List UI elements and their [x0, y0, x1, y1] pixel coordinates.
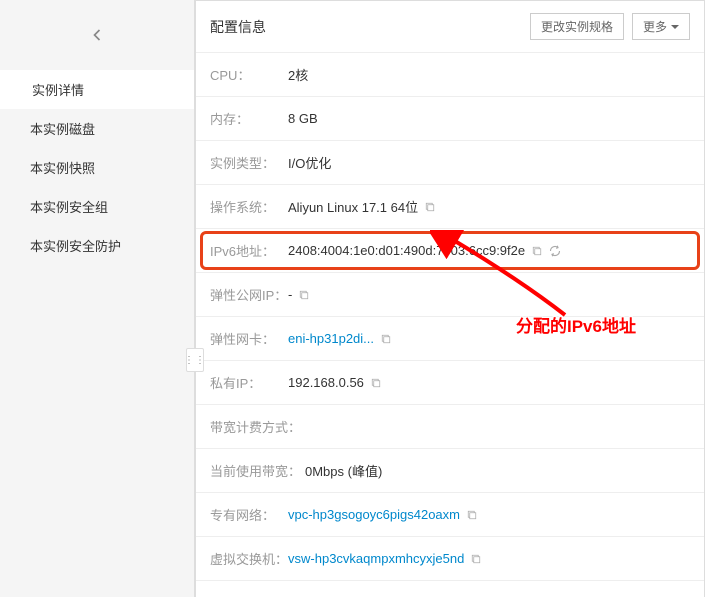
back-button[interactable]	[0, 10, 194, 60]
change-spec-button[interactable]: 更改实例规格	[530, 13, 624, 40]
row-natip: NatIP：	[196, 581, 704, 597]
value-cpu: 2核	[288, 65, 308, 84]
label-bandwidth-billing: 带宽计费方式：	[210, 417, 301, 436]
label-natip: NatIP：	[210, 593, 288, 597]
label-memory: 内存：	[210, 109, 288, 128]
nav-item-label: 本实例快照	[30, 161, 95, 176]
row-vpc: 专有网络： vpc-hp3gsogoyc6pigs42oaxm	[196, 493, 704, 537]
value-ipv6: 2408:4004:1e0:d01:490d:7903:6cc9:9f2e	[288, 243, 525, 258]
main-content: 配置信息 更改实例规格 更多 CPU： 2核 内存： 8 GB	[195, 0, 705, 597]
value-eip: -	[288, 287, 292, 302]
config-info-panel: 配置信息 更改实例规格 更多 CPU： 2核 内存： 8 GB	[195, 0, 705, 597]
header-actions: 更改实例规格 更多	[530, 13, 690, 40]
label-private-ip: 私有IP：	[210, 373, 288, 392]
copy-eip-icon[interactable]	[298, 289, 310, 301]
copy-vpc-icon[interactable]	[466, 509, 478, 521]
chevron-left-icon	[87, 25, 107, 45]
change-spec-label: 更改实例规格	[541, 18, 613, 35]
nav-item-label: 本实例安全防护	[30, 239, 121, 254]
nav-item-instance-secgroup[interactable]: 本实例安全组	[0, 187, 194, 226]
nav-item-instance-protection[interactable]: 本实例安全防护	[0, 226, 194, 265]
value-vswitch[interactable]: vsw-hp3cvkaqmpxmhcyxje5nd	[288, 551, 464, 566]
copy-vswitch-icon[interactable]	[470, 553, 482, 565]
value-private-ip: 192.168.0.56	[288, 375, 364, 390]
nav-item-instance-detail[interactable]: 实例详情	[0, 70, 194, 109]
value-current-bandwidth: 0Mbps (峰值)	[305, 461, 382, 480]
nav-item-label: 本实例安全组	[30, 200, 108, 215]
value-instance-type: I/O优化	[288, 153, 331, 172]
copy-eni-icon[interactable]	[380, 333, 392, 345]
label-instance-type: 实例类型：	[210, 153, 288, 172]
row-eip: 弹性公网IP： -	[196, 273, 704, 317]
row-instance-type: 实例类型： I/O优化	[196, 141, 704, 185]
panel-header: 配置信息 更改实例规格 更多	[196, 1, 704, 53]
row-cpu: CPU： 2核	[196, 53, 704, 97]
label-os: 操作系统：	[210, 197, 288, 216]
nav-item-label: 本实例磁盘	[30, 122, 95, 137]
sidebar-drag-handle[interactable]: ⋮⋮	[186, 348, 204, 372]
copy-ipv6-icon[interactable]	[531, 245, 543, 257]
value-eni[interactable]: eni-hp31p2di...	[288, 331, 374, 346]
row-os: 操作系统： Aliyun Linux 17.1 64位	[196, 185, 704, 229]
chevron-down-icon	[671, 25, 679, 29]
nav-item-instance-disks[interactable]: 本实例磁盘	[0, 109, 194, 148]
label-ipv6: IPv6地址：	[210, 241, 288, 260]
panel-title: 配置信息	[210, 17, 266, 37]
value-vpc[interactable]: vpc-hp3gsogoyc6pigs42oaxm	[288, 507, 460, 522]
nav-item-label: 实例详情	[32, 83, 84, 98]
row-current-bandwidth: 当前使用带宽： 0Mbps (峰值)	[196, 449, 704, 493]
nav-list: 实例详情 本实例磁盘 本实例快照 本实例安全组 本实例安全防护	[0, 70, 194, 265]
label-vswitch: 虚拟交换机：	[210, 549, 288, 568]
label-eip: 弹性公网IP：	[210, 285, 288, 304]
row-vswitch: 虚拟交换机： vsw-hp3cvkaqmpxmhcyxje5nd	[196, 537, 704, 581]
row-private-ip: 私有IP： 192.168.0.56	[196, 361, 704, 405]
row-memory: 内存： 8 GB	[196, 97, 704, 141]
copy-os-icon[interactable]	[424, 201, 436, 213]
refresh-ipv6-icon[interactable]	[549, 245, 561, 257]
more-label: 更多	[643, 18, 667, 35]
row-bandwidth-billing: 带宽计费方式：	[196, 405, 704, 449]
row-ipv6-highlighted: IPv6地址： 2408:4004:1e0:d01:490d:7903:6cc9…	[196, 229, 704, 273]
label-current-bandwidth: 当前使用带宽：	[210, 461, 305, 480]
label-eni: 弹性网卡：	[210, 329, 288, 348]
copy-private-ip-icon[interactable]	[370, 377, 382, 389]
more-button[interactable]: 更多	[632, 13, 690, 40]
row-eni: 弹性网卡： eni-hp31p2di...	[196, 317, 704, 361]
label-vpc: 专有网络：	[210, 505, 288, 524]
sidebar: 实例详情 本实例磁盘 本实例快照 本实例安全组 本实例安全防护	[0, 0, 195, 597]
value-memory: 8 GB	[288, 111, 318, 126]
label-cpu: CPU：	[210, 65, 288, 84]
nav-item-instance-snapshots[interactable]: 本实例快照	[0, 148, 194, 187]
value-os: Aliyun Linux 17.1 64位	[288, 197, 418, 216]
